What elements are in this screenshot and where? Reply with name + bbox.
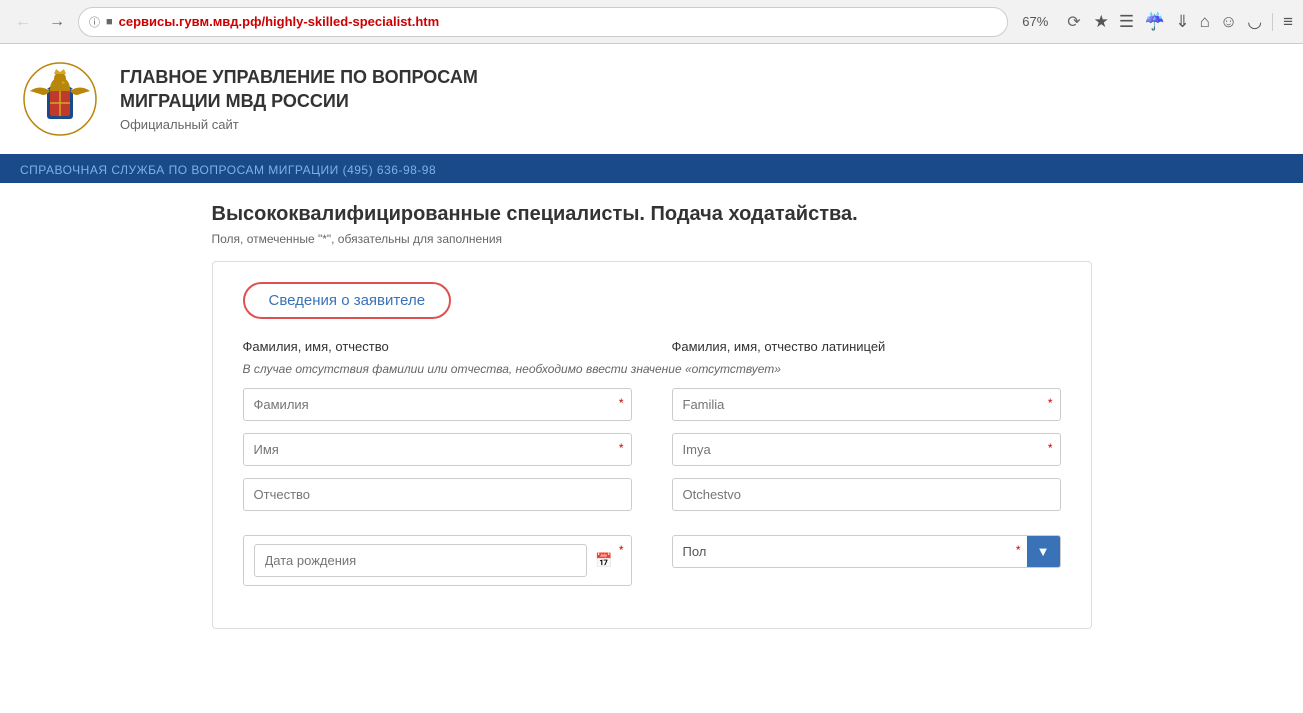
profile-icon[interactable]: ☺ xyxy=(1220,12,1237,32)
page-title: Высококвалифицированные специалисты. Под… xyxy=(212,203,1092,226)
required-note: Поля, отмеченные "*", обязательны для за… xyxy=(212,232,1092,246)
gender-col: Пол ▼ * xyxy=(672,535,1061,598)
lastname-input[interactable] xyxy=(243,388,632,421)
info-bar: СПРАВОЧНАЯ СЛУЖБА ПО ВОПРОСАМ МИГРАЦИИ (… xyxy=(0,157,1303,183)
patronymic-input[interactable] xyxy=(243,478,632,511)
lastname-row: * * xyxy=(243,388,1061,433)
birthdate-col: 📅 * xyxy=(243,535,632,598)
firstname-col: * xyxy=(243,433,632,478)
info-bar-text: СПРАВОЧНАЯ СЛУЖБА ПО ВОПРОСАМ МИГРАЦИИ (… xyxy=(20,163,436,177)
patronymic-row xyxy=(243,478,1061,523)
column-headers: Фамилия, имя, отчество Фамилия, имя, отч… xyxy=(243,339,1061,362)
back-button[interactable]: ← xyxy=(10,11,36,33)
gender-required-star: * xyxy=(1016,543,1021,557)
gender-field-wrap: Пол ▼ * xyxy=(672,535,1061,568)
absence-note: В случае отсутствия фамилии или отчества… xyxy=(243,362,1061,376)
browser-icons: ★ ☰ ☔ ⇓ ⌂ ☺ ◡ ≡ xyxy=(1094,12,1293,32)
firstname-latin-field-wrap: * xyxy=(672,433,1061,466)
address-bar: ⓘ ■ сервисы.гувм.мвд.рф/highly-skilled-s… xyxy=(78,7,1008,37)
bookmark-list-icon[interactable]: ☰ xyxy=(1119,12,1134,32)
separator xyxy=(1272,13,1273,31)
site-title: ГЛАВНОЕ УПРАВЛЕНИЕ ПО ВОПРОСАМ МИГРАЦИИ … xyxy=(120,66,478,132)
url-domain: мвд.рф xyxy=(213,14,262,29)
url-text: сервисы.гувм.мвд.рф/highly-skilled-speci… xyxy=(119,14,998,29)
section-title-wrap: Сведения о заявителе xyxy=(243,282,452,319)
patronymic-latin-input[interactable] xyxy=(672,478,1061,511)
date-input-wrap: 📅 xyxy=(243,535,632,586)
col2-header-wrap: Фамилия, имя, отчество латиницей xyxy=(672,339,1061,362)
gender-dropdown-button[interactable]: ▼ xyxy=(1027,536,1060,567)
lastname-required-star: * xyxy=(619,396,624,410)
section-title: Сведения о заявителе xyxy=(243,282,452,319)
col2-header: Фамилия, имя, отчество латиницей xyxy=(672,339,1061,354)
secure-icon: ■ xyxy=(106,16,113,28)
browser-chrome: ← → ⓘ ■ сервисы.гувм.мвд.рф/highly-skill… xyxy=(0,0,1303,44)
firstname-latin-required-star: * xyxy=(1048,441,1053,455)
shield-icon[interactable]: ☔ xyxy=(1144,12,1165,32)
download-icon[interactable]: ⇓ xyxy=(1175,12,1189,32)
site-title-main: ГЛАВНОЕ УПРАВЛЕНИЕ ПО ВОПРОСАМ МИГРАЦИИ … xyxy=(120,66,478,113)
main-content: Высококвалифицированные специалисты. Под… xyxy=(192,183,1112,649)
lock-icon: ⓘ xyxy=(89,14,100,30)
lastname-latin-input[interactable] xyxy=(672,388,1061,421)
url-path: /highly-skilled-specialist.htm xyxy=(261,14,439,29)
lastname-col: * xyxy=(243,388,632,433)
patronymic-col xyxy=(243,478,632,523)
firstname-row: * * xyxy=(243,433,1061,478)
birthdate-field-wrap: 📅 * xyxy=(243,535,632,586)
menu-icon[interactable]: ≡ xyxy=(1283,12,1293,32)
firstname-required-star: * xyxy=(619,441,624,455)
patronymic-latin-col xyxy=(672,478,1061,523)
firstname-latin-input[interactable] xyxy=(672,433,1061,466)
url-prefix: сервисы.гувм. xyxy=(119,14,213,29)
home-icon[interactable]: ⌂ xyxy=(1200,12,1210,32)
forward-button[interactable]: → xyxy=(44,11,70,33)
lastname-latin-col: * xyxy=(672,388,1061,433)
firstname-input[interactable] xyxy=(243,433,632,466)
extensions-icon[interactable]: ◡ xyxy=(1247,12,1262,32)
star-icon[interactable]: ★ xyxy=(1094,12,1109,32)
lastname-latin-field-wrap: * xyxy=(672,388,1061,421)
calendar-icon[interactable]: 📅 xyxy=(587,546,620,575)
birthdate-gender-row: 📅 * Пол ▼ * xyxy=(243,535,1061,598)
reload-button[interactable]: ⟳ xyxy=(1062,10,1085,34)
col1-header: Фамилия, имя, отчество xyxy=(243,339,632,354)
zoom-level[interactable]: 67% xyxy=(1016,12,1054,31)
eagle-emblem xyxy=(20,59,100,139)
col1-header-wrap: Фамилия, имя, отчество xyxy=(243,339,632,362)
birthdate-input[interactable] xyxy=(254,544,588,577)
patronymic-latin-field-wrap xyxy=(672,478,1061,511)
lastname-field-wrap: * xyxy=(243,388,632,421)
firstname-field-wrap: * xyxy=(243,433,632,466)
site-subtitle: Официальный сайт xyxy=(120,117,478,132)
patronymic-field-wrap xyxy=(243,478,632,511)
logo xyxy=(20,59,100,139)
gender-label: Пол xyxy=(673,536,1027,567)
birthdate-required-star: * xyxy=(619,543,624,557)
page-content: ГЛАВНОЕ УПРАВЛЕНИЕ ПО ВОПРОСАМ МИГРАЦИИ … xyxy=(0,44,1303,713)
firstname-latin-col: * xyxy=(672,433,1061,478)
site-header: ГЛАВНОЕ УПРАВЛЕНИЕ ПО ВОПРОСАМ МИГРАЦИИ … xyxy=(0,44,1303,157)
form-card: Сведения о заявителе Фамилия, имя, отчес… xyxy=(212,261,1092,629)
lastname-latin-required-star: * xyxy=(1048,396,1053,410)
gender-select-wrap: Пол ▼ xyxy=(672,535,1061,568)
